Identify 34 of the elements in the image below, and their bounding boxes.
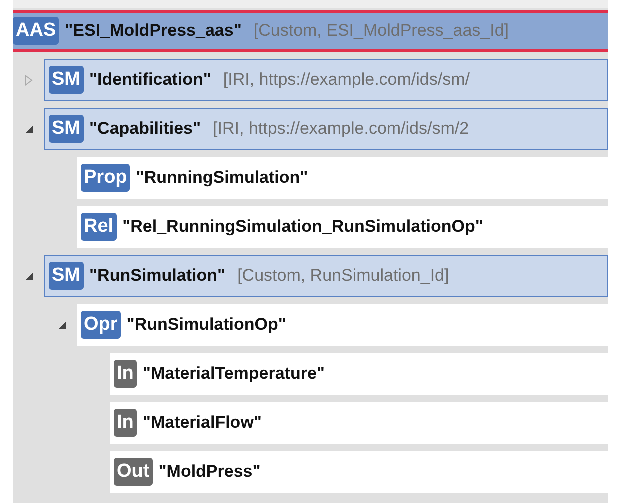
tree-node[interactable]: AAS "ESI_MoldPress_aas" [Custom, ESI_MoldPress_aas_Id]: [13, 10, 608, 52]
node-identifier: [Custom, ESI_MoldPress_aas_Id]: [254, 21, 510, 41]
type-badge: SM: [49, 115, 84, 143]
type-badge: AAS: [13, 17, 60, 45]
type-badge: Out: [114, 458, 153, 486]
tree-node[interactable]: In "MaterialTemperature": [110, 353, 608, 395]
tree-node[interactable]: In "MaterialFlow": [110, 402, 608, 444]
node-name: "ESI_MoldPress_aas": [65, 21, 242, 41]
node-name: "MaterialFlow": [142, 413, 262, 433]
type-badge: SM: [49, 262, 84, 290]
type-badge: SM: [49, 66, 84, 94]
node-name: "RunSimulationOp": [126, 315, 286, 335]
node-identifier: [IRI, https://example.com/ids/sm/2: [213, 119, 470, 139]
node-name: "MaterialTemperature": [142, 364, 325, 384]
tree-node[interactable]: Rel "Rel_RunningSimulation_RunSimulationOp": [77, 206, 608, 248]
type-badge: In: [114, 409, 137, 437]
node-name: "Capabilities": [90, 119, 202, 139]
tree-node[interactable]: SM "RunSimulation" [Custom, RunSimulation_Id]: [44, 255, 608, 297]
node-name: "MoldPress": [158, 462, 261, 482]
tree-node[interactable]: Prop "RunningSimulation": [77, 157, 608, 199]
type-badge: In: [114, 360, 137, 388]
node-identifier: [IRI, https://example.com/ids/sm/: [223, 70, 470, 90]
type-badge: Rel: [81, 213, 117, 241]
node-identifier: [Custom, RunSimulation_Id]: [238, 266, 450, 286]
node-name: "RunSimulation": [90, 266, 226, 286]
node-name: "Identification": [90, 70, 212, 90]
type-badge: Opr: [81, 311, 121, 339]
tree-node[interactable]: Opr "RunSimulationOp": [77, 304, 608, 346]
node-name: "Rel_RunningSimulation_RunSimulationOp": [122, 217, 484, 237]
tree-node[interactable]: SM "Capabilities" [IRI, https://example.com/ids/sm/2: [44, 108, 608, 150]
tree-node[interactable]: SM "Identification" [IRI, https://example.com/ids/sm/: [44, 59, 608, 101]
tree-node[interactable]: Out "MoldPress": [110, 451, 608, 493]
node-name: "RunningSimulation": [136, 168, 308, 188]
type-badge: Prop: [81, 164, 130, 192]
